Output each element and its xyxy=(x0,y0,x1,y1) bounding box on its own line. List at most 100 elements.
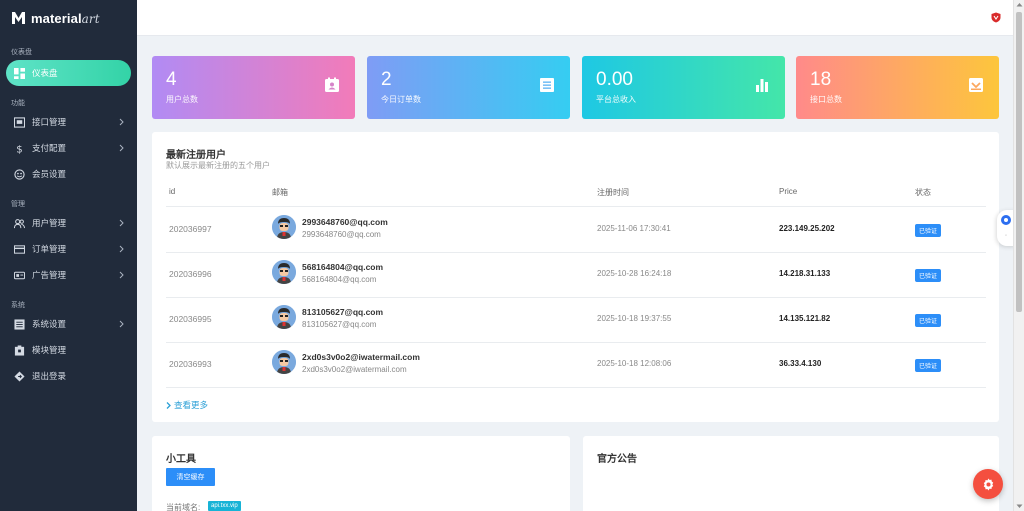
document-icon xyxy=(539,77,555,93)
user-email-secondary: 813105627@qq.com xyxy=(302,320,377,329)
sidebar-item-users[interactable]: 用户管理 xyxy=(0,210,137,236)
user-email-secondary: 568164804@qq.com xyxy=(302,275,377,284)
stat-label: 今日订单数 xyxy=(381,95,421,104)
scrollbar-thumb[interactable] xyxy=(1016,12,1022,312)
nav-section-manage: 管理 xyxy=(11,201,25,208)
sidebar-item-label: 模块管理 xyxy=(32,345,67,355)
domain-value: api.txx.vip xyxy=(208,501,241,511)
column-header-time: 注册时间 xyxy=(597,188,629,197)
sidebar-item-ads[interactable]: 广告管理 xyxy=(0,262,137,288)
page-scrollbar[interactable] xyxy=(1013,0,1024,511)
chevron-right-icon xyxy=(119,144,125,152)
user-email[interactable]: 568164804@qq.com xyxy=(302,262,383,272)
column-header-email: 邮箱 xyxy=(272,188,288,197)
avatar xyxy=(272,215,296,239)
settings-fab-button[interactable] xyxy=(973,469,1003,499)
user-email[interactable]: 2993648760@qq.com xyxy=(302,217,388,227)
nav-section-system: 系统 xyxy=(11,302,25,309)
nav-section-function: 功能 xyxy=(11,100,25,107)
card-icon xyxy=(14,244,25,255)
chevron-right-icon xyxy=(166,401,171,409)
notice-card: 官方公告 xyxy=(583,436,999,511)
sidebar-item-payment[interactable]: $ 支付配置 xyxy=(0,135,137,161)
column-header-id: id xyxy=(169,187,176,196)
stat-card-revenue[interactable]: 0.00 平台总收入 xyxy=(582,56,785,119)
table-row[interactable]: 202036997 2993648760@qq.com 2993648760@q… xyxy=(166,207,986,252)
column-header-price: Price xyxy=(779,187,798,196)
card-title: 最新注册用户 xyxy=(166,150,226,161)
nav-section-dashboard: 仪表盘 xyxy=(11,49,32,56)
sidebar-item-label: 广告管理 xyxy=(32,270,67,280)
bar-chart-icon xyxy=(754,77,770,93)
sidebar-item-member[interactable]: 会员设置 xyxy=(0,161,137,187)
sidebar-item-dashboard[interactable]: 仪表盘 xyxy=(6,60,131,86)
chevron-right-icon xyxy=(119,118,125,126)
stat-label: 用户总数 xyxy=(166,95,198,104)
status-badge: 已验证 xyxy=(915,269,942,282)
sidebar-item-label: 用户管理 xyxy=(32,218,67,228)
tools-card: 小工具 清空缓存 当前域名: api.txx.vip xyxy=(152,436,570,511)
register-time: 2025-10-18 12:08:06 xyxy=(597,359,672,368)
sidebar-item-label: 仪表盘 xyxy=(32,68,58,78)
stat-label: 接口总数 xyxy=(810,95,842,104)
avatar xyxy=(272,260,296,284)
sidebar-item-modules[interactable]: 模块管理 xyxy=(0,337,137,363)
latest-users-card: 最新注册用户 默认展示最新注册的五个用户 id 邮箱 注册时间 Price 状态… xyxy=(152,132,999,422)
chevron-right-icon xyxy=(119,245,125,253)
table-row[interactable]: 202036993 2xd0s3v0o2@iwatermail.com 2xd0… xyxy=(166,342,986,387)
logo-m-icon xyxy=(11,11,26,25)
contact-icon xyxy=(324,77,340,93)
shield-icon[interactable] xyxy=(991,12,1001,23)
table-row[interactable]: 202036996 568164804@qq.com 568164804@qq.… xyxy=(166,252,986,297)
topbar xyxy=(137,0,1013,36)
user-id: 202036997 xyxy=(169,224,212,234)
status-badge: 已验证 xyxy=(915,359,942,372)
dashboard-icon xyxy=(14,67,25,79)
chevron-right-icon xyxy=(119,271,125,279)
domain-label: 当前域名: xyxy=(166,503,201,511)
sidebar-item-label: 支付配置 xyxy=(32,143,67,153)
scroll-down-icon[interactable] xyxy=(1016,504,1023,509)
inbox-icon xyxy=(968,77,984,93)
sidebar-item-label: 退出登录 xyxy=(32,371,67,381)
sidebar: materialart 仪表盘 仪表盘 功能 接口管理 $ 支付配置 会员设置 … xyxy=(0,0,137,511)
table-row[interactable]: 202036995 813105627@qq.com 813105627@qq.… xyxy=(166,297,986,342)
stat-label: 平台总收入 xyxy=(596,95,636,104)
view-more-link[interactable]: 查看更多 xyxy=(166,399,208,411)
stat-card-interfaces[interactable]: 18 接口总数 xyxy=(796,56,999,119)
brand-name: material xyxy=(31,10,82,26)
card-title: 官方公告 xyxy=(597,454,637,465)
clear-cache-button[interactable]: 清空缓存 xyxy=(166,468,215,486)
chat-icon xyxy=(1001,215,1011,225)
dollar-icon: $ xyxy=(14,143,25,153)
column-header-status: 状态 xyxy=(915,188,931,197)
sidebar-item-label: 会员设置 xyxy=(32,169,67,179)
interface-icon xyxy=(14,116,25,128)
view-more-label: 查看更多 xyxy=(174,400,209,410)
card-subtitle: 默认展示最新注册的五个用户 xyxy=(166,161,270,170)
stat-card-users[interactable]: 4 用户总数 xyxy=(152,56,355,119)
ad-icon xyxy=(14,270,25,281)
user-id: 202036995 xyxy=(169,314,212,324)
sidebar-item-system-settings[interactable]: 系统设置 xyxy=(0,311,137,337)
sidebar-item-logout[interactable]: 退出登录 xyxy=(0,363,137,389)
brand-suffix: art xyxy=(81,11,100,26)
avatar xyxy=(272,305,296,329)
sidebar-item-interface[interactable]: 接口管理 xyxy=(0,109,137,135)
register-time: 2025-10-18 19:37:55 xyxy=(597,314,672,323)
member-icon xyxy=(14,168,25,180)
brand-logo[interactable]: materialart xyxy=(0,0,137,36)
list-icon xyxy=(14,318,25,330)
sidebar-item-label: 系统设置 xyxy=(32,319,67,329)
stat-card-orders[interactable]: 2 今日订单数 xyxy=(367,56,570,119)
user-email-secondary: 2993648760@qq.com xyxy=(302,230,381,239)
user-email[interactable]: 2xd0s3v0o2@iwatermail.com xyxy=(302,352,420,362)
price-value: 14.218.31.133 xyxy=(779,269,831,278)
register-time: 2025-10-28 16:24:18 xyxy=(597,269,672,278)
sidebar-item-orders[interactable]: 订单管理 xyxy=(0,236,137,262)
price-value: 36.33.4.130 xyxy=(779,359,822,368)
status-badge: 已验证 xyxy=(915,314,942,327)
scroll-up-icon[interactable] xyxy=(1016,2,1023,7)
row-divider xyxy=(166,387,986,388)
user-email[interactable]: 813105627@qq.com xyxy=(302,307,383,317)
